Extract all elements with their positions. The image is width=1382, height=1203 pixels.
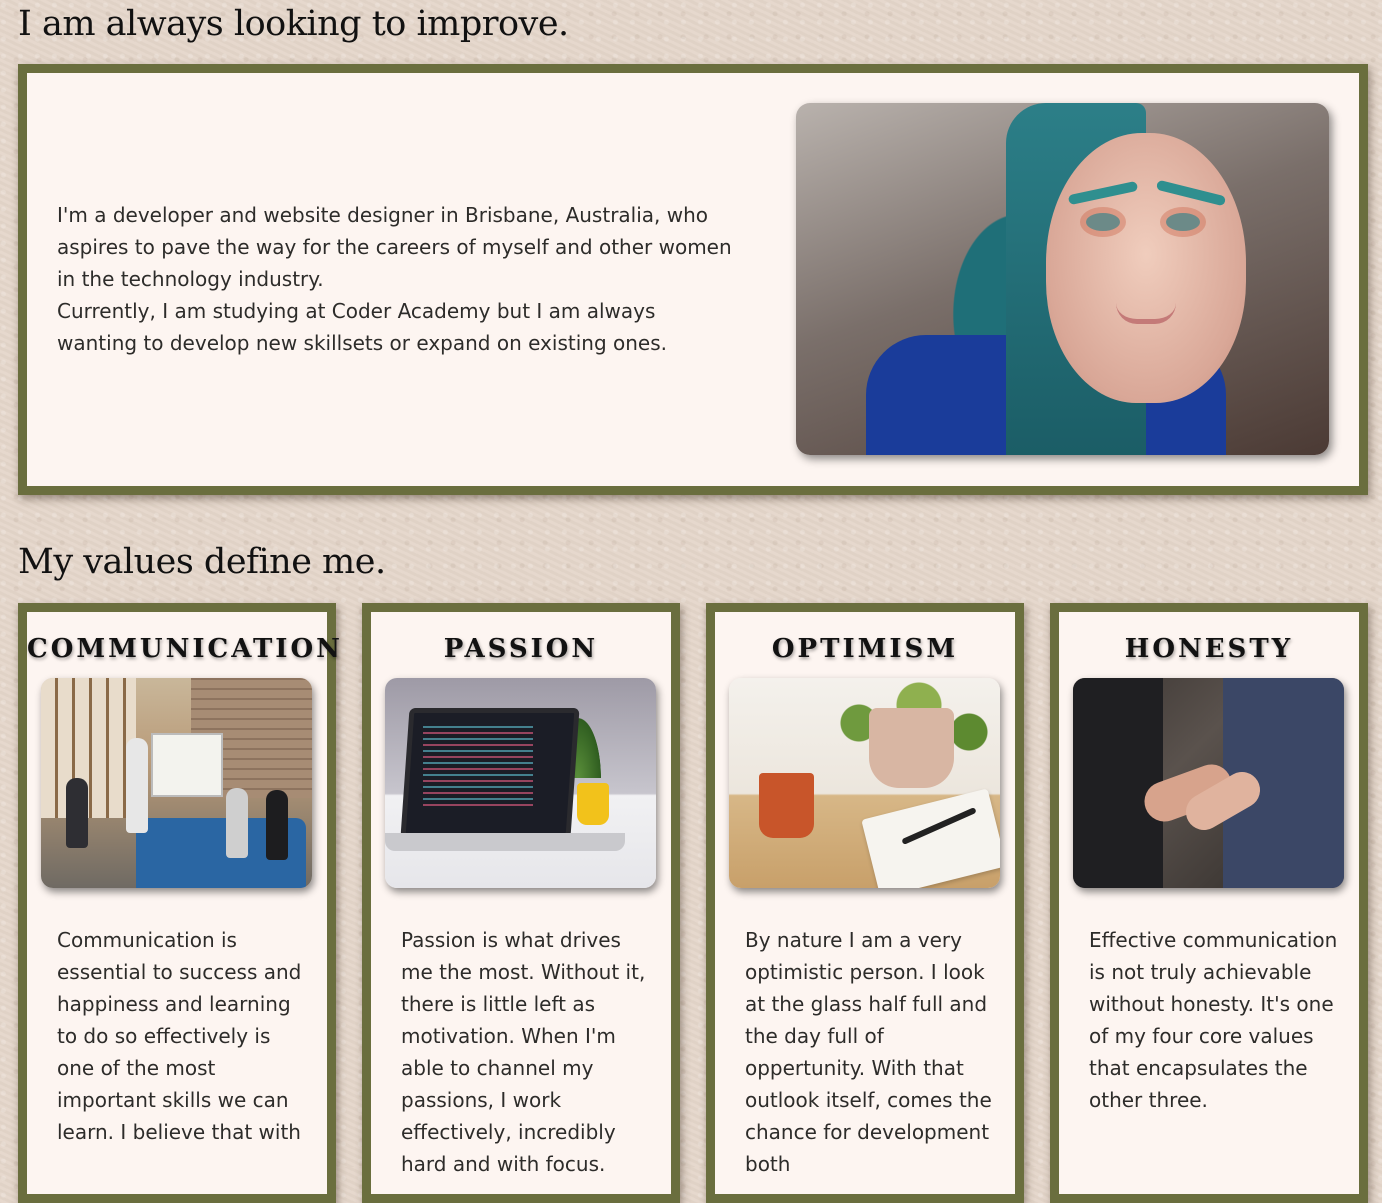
about-heading: I am always looking to improve. (18, 4, 569, 44)
value-card-title: COMMUNICATION (27, 634, 343, 664)
about-panel: I'm a developer and website designer in … (18, 64, 1368, 495)
value-card-title: PASSION (443, 634, 599, 664)
values-heading: My values define me. (18, 542, 386, 582)
portrait-photo (796, 103, 1329, 455)
value-card-text: Communication is essential to success an… (57, 928, 302, 1144)
value-card-communication: COMMUNICATION Communication is essential… (18, 603, 343, 1203)
communication-photo (41, 678, 312, 888)
value-card-passion: PASSION Passion is what drives me the mo… (362, 603, 680, 1203)
passion-photo (385, 678, 656, 888)
about-paragraph-1: I'm a developer and website designer in … (57, 203, 732, 291)
honesty-photo (1073, 678, 1344, 888)
value-card-text: By nature I am a very optimistic person.… (745, 928, 992, 1176)
value-card-title: OPTIMISM (771, 634, 959, 664)
value-card-text: Effective communication is not truly ach… (1089, 928, 1338, 1112)
value-card-honesty: HONESTY Effective communication is not t… (1050, 603, 1368, 1203)
about-text: I'm a developer and website designer in … (57, 199, 737, 359)
about-paragraph-2: Currently, I am studying at Coder Academ… (57, 299, 667, 355)
value-card-title: HONESTY (1124, 634, 1294, 664)
value-card-text: Passion is what drives me the most. With… (401, 928, 646, 1176)
value-card-optimism: OPTIMISM By nature I am a very optimisti… (706, 603, 1024, 1203)
optimism-photo (729, 678, 1000, 888)
